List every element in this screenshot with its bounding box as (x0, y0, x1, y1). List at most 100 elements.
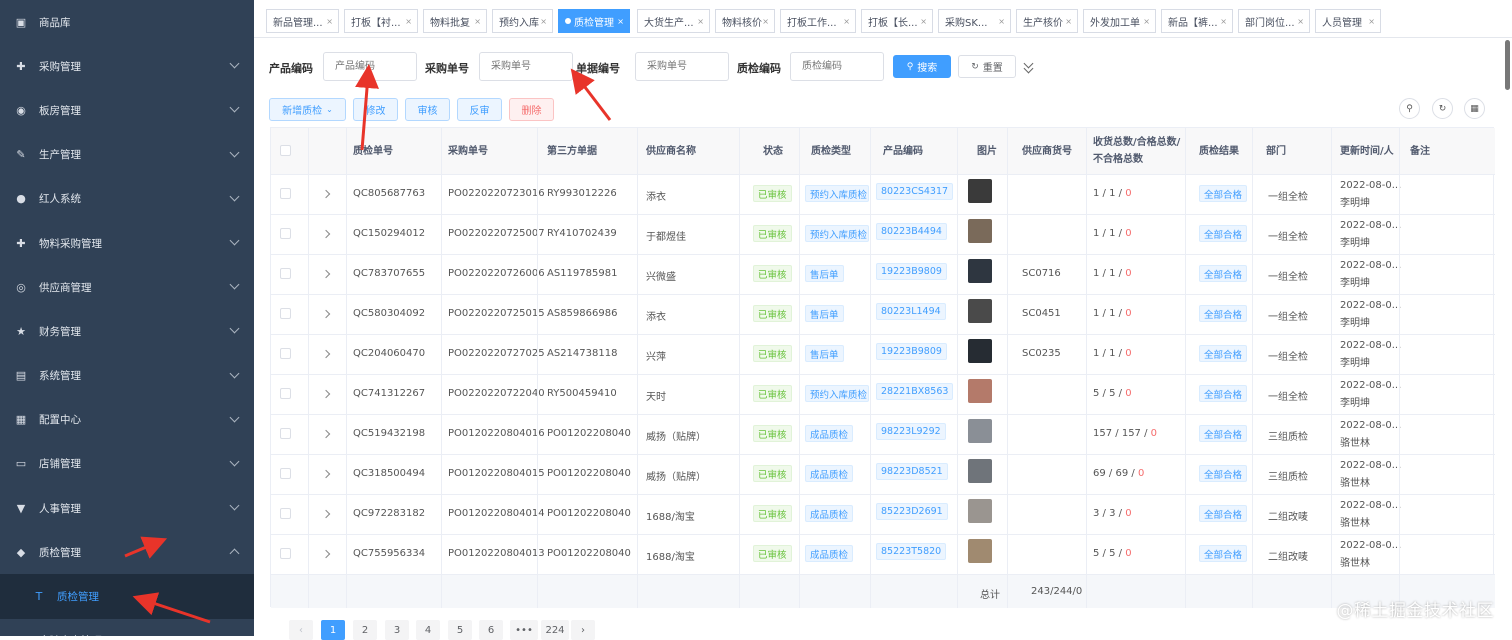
table-row[interactable]: QC805687763 PO0220220723016 RY993012226 添衣 已… (271, 174, 1495, 214)
vertical-scrollbar[interactable] (1505, 40, 1510, 90)
sidebar-item[interactable]: ✚会随中寿管理 (0, 619, 254, 636)
table-row[interactable]: QC318500494 PO0120220804015PO01202208040.… (271, 454, 1495, 494)
tab[interactable]: 打板【衬... × (344, 9, 418, 33)
search-toggle-icon[interactable]: ⚲ (1399, 98, 1420, 119)
doc-no-input[interactable] (635, 52, 729, 81)
page-button[interactable]: 6 (479, 620, 503, 640)
tab[interactable]: 打板【长... × (861, 9, 933, 33)
tab[interactable]: 采购SK... × (938, 9, 1011, 33)
close-icon[interactable]: × (540, 17, 547, 26)
close-icon[interactable]: × (920, 17, 927, 26)
product-code-badge[interactable]: 85223D2691 (876, 503, 948, 520)
tab[interactable]: 新品管理... × (266, 9, 339, 33)
page-button[interactable]: 2 (353, 620, 377, 640)
page-button[interactable]: 5 (448, 620, 472, 640)
tab[interactable]: 打板工作... × (780, 9, 856, 33)
row-checkbox[interactable] (280, 228, 291, 239)
row-checkbox[interactable] (280, 348, 291, 359)
edit-button[interactable]: 修改 (353, 98, 398, 121)
row-checkbox[interactable] (280, 428, 291, 439)
product-code-badge[interactable]: 80223CS4317 (876, 183, 954, 200)
sidebar-item[interactable]: ✚ 采购管理 (0, 44, 254, 88)
close-icon[interactable]: × (998, 17, 1005, 26)
close-icon[interactable]: × (1143, 17, 1150, 26)
reset-button[interactable]: ↻ 重置 (958, 55, 1016, 78)
product-image[interactable] (968, 299, 992, 323)
close-icon[interactable]: × (617, 17, 624, 26)
tab[interactable]: 物料批复 × (423, 9, 487, 33)
expand-chevron-icon[interactable] (321, 549, 331, 559)
close-icon[interactable]: × (843, 17, 850, 26)
row-checkbox[interactable] (280, 508, 291, 519)
tab[interactable]: 预约入库 × (492, 9, 553, 33)
expand-chevron-icon[interactable] (321, 269, 331, 279)
close-icon[interactable]: × (1220, 17, 1227, 26)
qc-code-input[interactable] (790, 52, 884, 81)
row-checkbox[interactable] (280, 188, 291, 199)
table-row[interactable]: QC972283182 PO0120220804014PO01202208040.… (271, 494, 1495, 534)
sidebar-item[interactable]: ◎ 供应商管理 (0, 265, 254, 309)
table-row[interactable]: QC150294012 PO0220220725007 RY410702439 于都煜… (271, 214, 1495, 254)
unaudit-button[interactable]: 反审 (457, 98, 502, 121)
sidebar-item[interactable]: ▣ 商品库 (0, 0, 254, 44)
close-icon[interactable]: × (697, 17, 704, 26)
sidebar-item[interactable]: ▭ 店铺管理 (0, 442, 254, 486)
prev-page-button[interactable]: ‹ (289, 620, 313, 640)
sidebar-item[interactable]: ▤ 系统管理 (0, 354, 254, 398)
sidebar-item[interactable]: ● 红人系统 (0, 177, 254, 221)
product-image[interactable] (968, 499, 992, 523)
product-code-badge[interactable]: 80223L1494 (876, 303, 946, 320)
product-code-badge[interactable]: 80223B4494 (876, 223, 947, 240)
expand-chevron-icon[interactable] (321, 429, 331, 439)
product-code-badge[interactable]: 28221BX8563 (876, 383, 954, 400)
close-icon[interactable]: × (405, 17, 412, 26)
tab[interactable]: 人员管理 × (1315, 9, 1381, 33)
product-image[interactable] (968, 219, 992, 243)
sidebar-item[interactable]: ▦ 配置中心 (0, 398, 254, 442)
product-image[interactable] (968, 259, 992, 283)
select-all-checkbox[interactable] (280, 145, 291, 156)
tab[interactable]: 外发加工单 × (1083, 9, 1156, 33)
table-row[interactable]: QC519432198 PO0120220804016PO01202208040.… (271, 414, 1495, 454)
row-checkbox[interactable] (280, 268, 291, 279)
table-row[interactable]: QC741312267 PO0220220722040 RY500459410 天时 已… (271, 374, 1495, 414)
tab[interactable]: 质检管理 × (558, 9, 630, 33)
expand-chevron-icon[interactable] (321, 229, 331, 239)
page-button[interactable]: 224 (541, 620, 569, 640)
next-page-button[interactable]: › (571, 620, 595, 640)
table-row[interactable]: QC580304092 PO0220220725015 AS859866986 添衣 已… (271, 294, 1495, 334)
product-image[interactable] (968, 339, 992, 363)
product-image[interactable] (968, 419, 992, 443)
product-image[interactable] (968, 459, 992, 483)
sidebar-item[interactable]: ★ 财务管理 (0, 309, 254, 353)
product-code-input[interactable] (323, 52, 417, 81)
purchase-no-input[interactable] (479, 52, 573, 81)
product-image[interactable] (968, 539, 992, 563)
sidebar-item[interactable]: ✚ 物料采购管理 (0, 221, 254, 265)
tab[interactable]: 生产核价 × (1016, 9, 1078, 33)
page-button[interactable]: ••• (510, 620, 538, 640)
close-icon[interactable]: × (1065, 17, 1072, 26)
expand-chevron-icon[interactable] (321, 469, 331, 479)
delete-button[interactable]: 删除 (509, 98, 554, 121)
product-code-badge[interactable]: 19223B9809 (876, 343, 947, 360)
row-checkbox[interactable] (280, 548, 291, 559)
table-row[interactable]: QC204060470 PO0220220727025 AS214738118 兴萍 已… (271, 334, 1495, 374)
sidebar-item[interactable]: ▼ 人事管理 (0, 486, 254, 530)
page-button[interactable]: 3 (385, 620, 409, 640)
product-code-badge[interactable]: 19223B9809 (876, 263, 947, 280)
row-checkbox[interactable] (280, 388, 291, 399)
close-icon[interactable]: × (326, 17, 333, 26)
row-checkbox[interactable] (280, 308, 291, 319)
product-code-badge[interactable]: 98223L9292 (876, 423, 946, 440)
tab[interactable]: 部门岗位... × (1238, 9, 1310, 33)
expand-chevron-icon[interactable] (321, 349, 331, 359)
search-button[interactable]: ⚲ 搜索 (893, 55, 951, 78)
sidebar-subitem-qc[interactable]: T 质检管理 (0, 574, 254, 618)
close-icon[interactable]: × (1368, 17, 1375, 26)
expand-chevron-icon[interactable] (321, 389, 331, 399)
table-row[interactable]: QC783707655 PO0220220726006 AS119785981 兴微盛… (271, 254, 1495, 294)
tab[interactable]: 新品【裤... × (1161, 9, 1233, 33)
add-qc-button[interactable]: 新增质检 ⌄ (269, 98, 346, 121)
expand-chevron-icon[interactable] (321, 189, 331, 199)
